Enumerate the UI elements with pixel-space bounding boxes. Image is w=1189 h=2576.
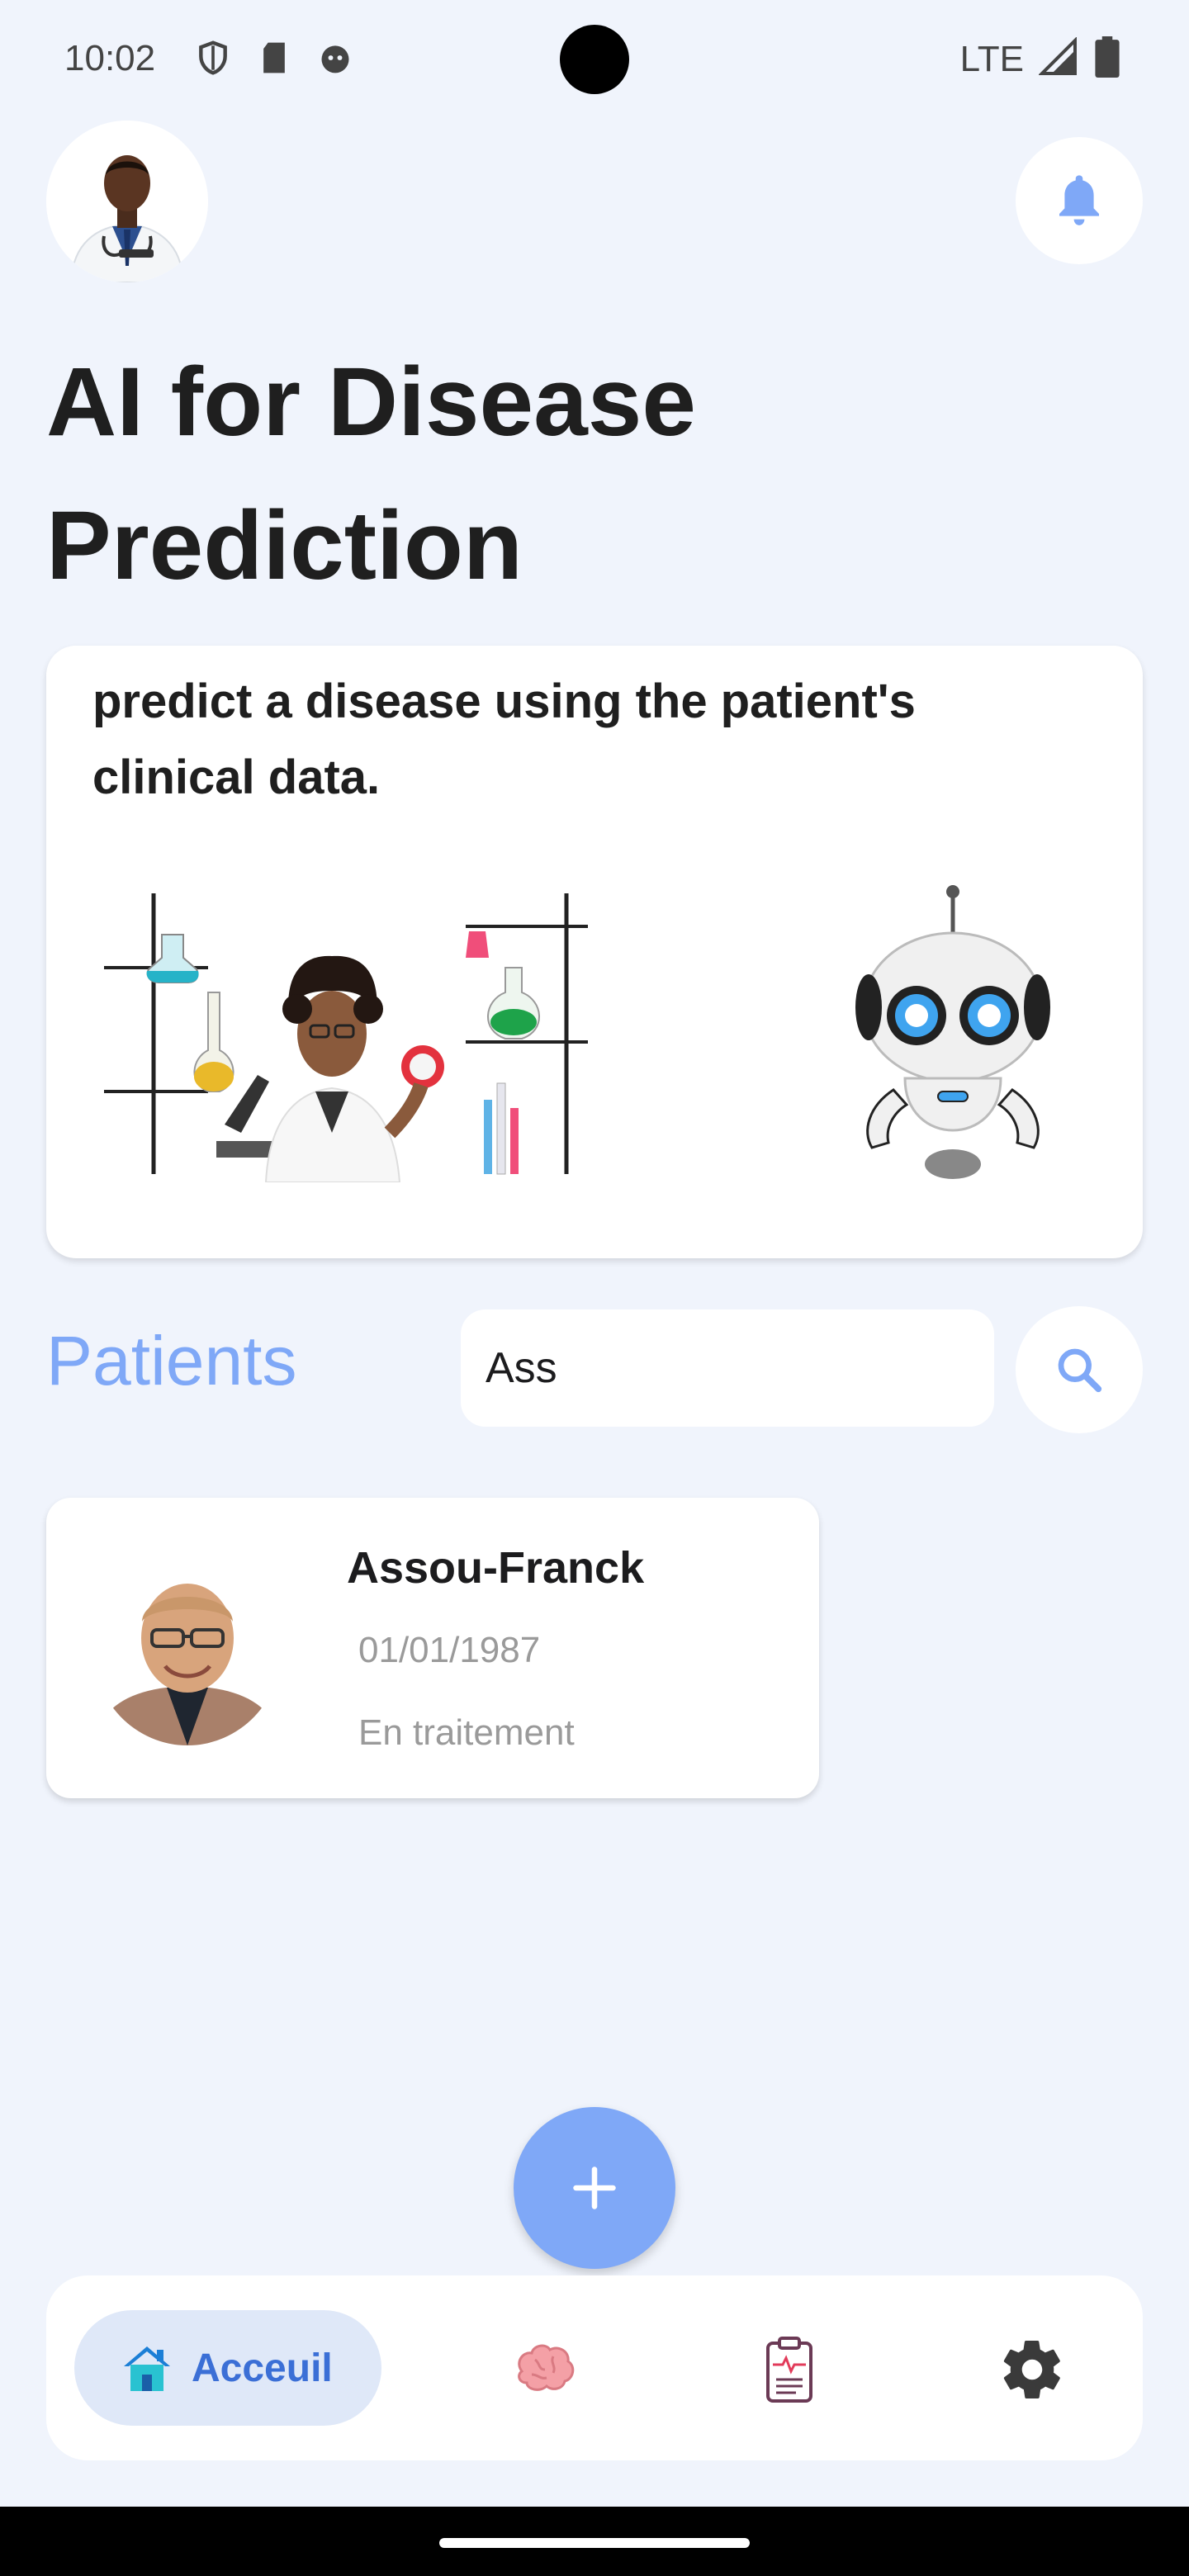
status-notification-icons — [195, 40, 353, 76]
camera-cutout — [560, 25, 629, 94]
clipboard-icon[interactable] — [755, 2335, 824, 2404]
search-icon — [1058, 1348, 1102, 1393]
doctor-avatar[interactable] — [46, 121, 208, 282]
shield-icon — [195, 40, 231, 76]
status-system-icons: LTE — [960, 36, 1121, 82]
notifications-button[interactable] — [1016, 137, 1143, 264]
signal-icon — [1038, 36, 1078, 81]
patient-status: En traitement — [358, 1712, 575, 1753]
patient-photo — [92, 1547, 282, 1745]
home-icon — [121, 2342, 173, 2394]
home-gesture-handle[interactable] — [439, 2538, 750, 2548]
network-type: LTE — [959, 38, 1024, 79]
nav-home-label: Acceuil — [192, 2346, 333, 2390]
patient-name: Assou-Franck — [347, 1543, 645, 1593]
page-title: AI for Disease Prediction — [46, 348, 696, 600]
bell-icon — [1059, 175, 1099, 225]
sd-card-icon — [256, 40, 292, 76]
hero-card: predict a disease using the patient's cl… — [46, 646, 1143, 1258]
patient-search-input[interactable] — [461, 1309, 994, 1427]
battery-icon — [1093, 36, 1121, 82]
brain-icon[interactable] — [510, 2335, 580, 2404]
add-patient-button[interactable] — [514, 2107, 675, 2269]
search-button[interactable] — [1016, 1306, 1143, 1433]
robot-illustration — [847, 883, 1062, 1189]
gear-icon[interactable] — [997, 2335, 1067, 2404]
patient-card[interactable]: Assou-Franck 01/01/1987 En traitement — [46, 1498, 819, 1798]
face-icon — [317, 40, 353, 76]
patient-birthdate: 01/01/1987 — [358, 1630, 541, 1670]
patients-heading: Patients — [46, 1322, 297, 1399]
bottom-navigation: Acceuil — [46, 2275, 1143, 2460]
nav-item-home[interactable]: Acceuil — [74, 2310, 381, 2426]
status-bar: 10:02 LTE — [0, 0, 1189, 124]
hero-description: predict a disease using the patient's cl… — [92, 675, 916, 804]
scientist-lab-illustration — [92, 885, 621, 1183]
status-time: 10:02 — [64, 38, 156, 78]
plus-icon — [573, 2166, 616, 2209]
